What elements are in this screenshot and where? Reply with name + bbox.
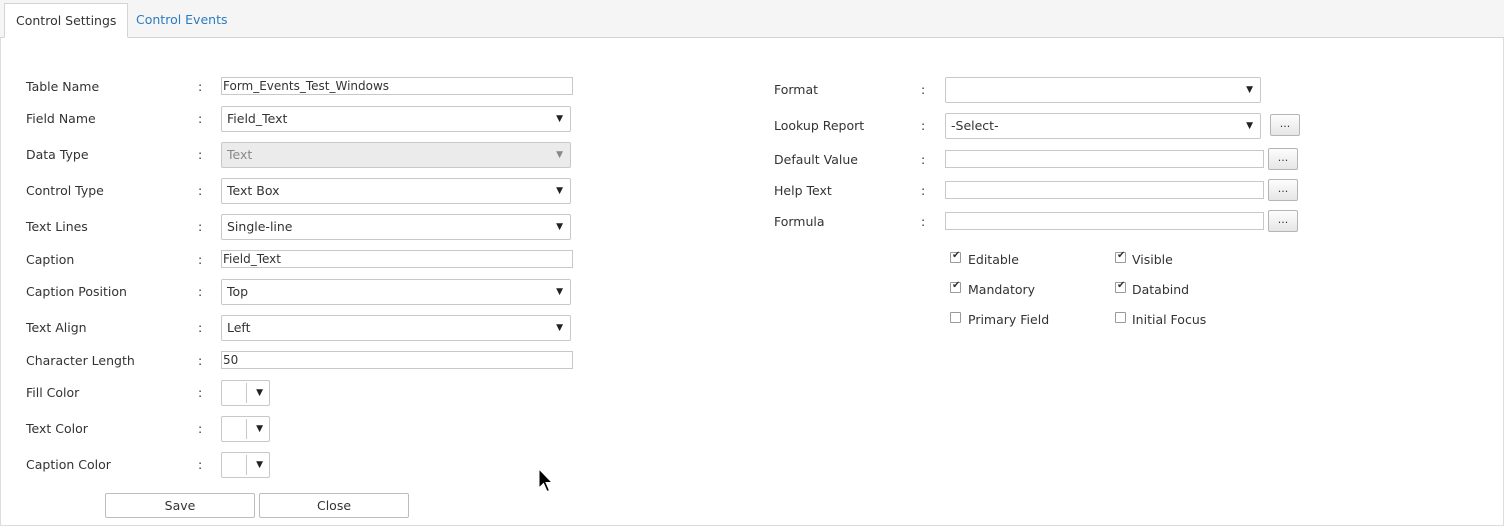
- control-type-value: Text Box: [227, 183, 280, 198]
- chevron-down-icon: ▼: [556, 114, 563, 124]
- colon: :: [198, 252, 203, 267]
- caption-color-picker[interactable]: ▼: [221, 452, 270, 478]
- control-type-select[interactable]: Text Box ▼: [221, 178, 571, 204]
- field-name-select[interactable]: Field_Text ▼: [221, 106, 571, 132]
- colon: :: [198, 111, 203, 126]
- colon: :: [921, 82, 926, 97]
- initial-focus-label: Initial Focus: [1132, 312, 1207, 327]
- colon: :: [198, 183, 203, 198]
- save-button[interactable]: Save: [105, 493, 255, 518]
- caption-position-select[interactable]: Top ▼: [221, 279, 571, 305]
- colon: :: [198, 219, 203, 234]
- divider: [246, 455, 247, 475]
- text-lines-select[interactable]: Single-line ▼: [221, 214, 571, 240]
- mandatory-checkbox[interactable]: ✔: [950, 280, 961, 293]
- data-type-select: Text ▼: [221, 142, 571, 168]
- chevron-down-icon: ▼: [556, 150, 563, 160]
- text-color-label: Text Color: [26, 421, 88, 436]
- default-value-browse-button[interactable]: ...: [1268, 148, 1298, 170]
- colon: :: [198, 284, 203, 299]
- tab-control-settings[interactable]: Control Settings: [4, 3, 129, 38]
- formula-field[interactable]: [945, 212, 1264, 230]
- help-text-label: Help Text: [774, 183, 832, 198]
- visible-checkbox[interactable]: ✔: [1115, 250, 1126, 263]
- table-name-label: Table Name: [26, 79, 100, 94]
- formula-browse-button[interactable]: ...: [1268, 210, 1298, 232]
- text-lines-label: Text Lines: [26, 219, 88, 234]
- colon: :: [921, 183, 926, 198]
- chevron-down-icon: ▼: [556, 323, 563, 333]
- databind-checkbox[interactable]: ✔: [1115, 280, 1126, 293]
- caption-field[interactable]: Field_Text: [221, 250, 573, 268]
- close-button[interactable]: Close: [259, 493, 409, 518]
- character-length-field[interactable]: 50: [221, 351, 573, 369]
- chevron-down-icon: ▼: [1246, 85, 1253, 95]
- colon: :: [198, 320, 203, 335]
- text-color-picker[interactable]: ▼: [221, 416, 270, 442]
- chevron-down-icon: ▼: [556, 222, 563, 232]
- initial-focus-checkbox[interactable]: [1115, 312, 1126, 323]
- colon: :: [198, 457, 203, 472]
- check-icon: ✔: [952, 250, 961, 261]
- chevron-down-icon: ▼: [256, 460, 263, 470]
- tab-bar: Control Settings Control Events: [0, 0, 1504, 38]
- mouse-cursor-icon: [538, 468, 554, 493]
- lookup-report-browse-button[interactable]: ...: [1270, 114, 1300, 136]
- text-align-value: Left: [227, 320, 251, 335]
- chevron-down-icon: ▼: [556, 186, 563, 196]
- formula-label: Formula: [774, 214, 825, 229]
- text-lines-value: Single-line: [227, 219, 293, 234]
- primary-field-checkbox[interactable]: [950, 312, 961, 323]
- table-name-field[interactable]: Form_Events_Test_Windows: [221, 77, 573, 95]
- colon: :: [198, 385, 203, 400]
- check-icon: ✔: [1117, 280, 1126, 291]
- caption-position-value: Top: [227, 284, 249, 299]
- check-icon: ✔: [1117, 250, 1126, 261]
- caption-label: Caption: [26, 252, 75, 267]
- mandatory-label: Mandatory: [968, 282, 1036, 297]
- data-type-label: Data Type: [26, 147, 89, 162]
- primary-field-label: Primary Field: [968, 312, 1050, 327]
- chevron-down-icon: ▼: [1246, 121, 1253, 131]
- colon: :: [921, 214, 926, 229]
- field-name-value: Field_Text: [227, 111, 288, 126]
- format-select[interactable]: ▼: [945, 77, 1261, 103]
- colon: :: [198, 79, 203, 94]
- colon: :: [198, 353, 203, 368]
- tab-control-events[interactable]: Control Events: [125, 3, 238, 37]
- visible-label: Visible: [1132, 252, 1173, 267]
- default-value-label: Default Value: [774, 152, 858, 167]
- chevron-down-icon: ▼: [256, 424, 263, 434]
- fill-color-picker[interactable]: ▼: [221, 380, 270, 406]
- colon: :: [921, 152, 926, 167]
- fill-color-label: Fill Color: [26, 385, 80, 400]
- chevron-down-icon: ▼: [256, 388, 263, 398]
- help-text-browse-button[interactable]: ...: [1268, 179, 1298, 201]
- colon: :: [921, 118, 926, 133]
- format-label: Format: [774, 82, 819, 97]
- lookup-report-value: -Select-: [951, 118, 999, 133]
- divider: [246, 419, 247, 439]
- text-align-select[interactable]: Left ▼: [221, 315, 571, 341]
- lookup-report-label: Lookup Report: [774, 118, 865, 133]
- editable-checkbox[interactable]: ✔: [950, 250, 961, 263]
- divider: [246, 383, 247, 403]
- chevron-down-icon: ▼: [556, 287, 563, 297]
- caption-position-label: Caption Position: [26, 284, 127, 299]
- text-align-label: Text Align: [26, 320, 87, 335]
- character-length-label: Character Length: [26, 353, 135, 368]
- colon: :: [198, 421, 203, 436]
- control-type-label: Control Type: [26, 183, 104, 198]
- lookup-report-select[interactable]: -Select- ▼: [945, 113, 1261, 139]
- caption-color-label: Caption Color: [26, 457, 111, 472]
- editable-label: Editable: [968, 252, 1019, 267]
- data-type-value: Text: [227, 147, 253, 162]
- check-icon: ✔: [952, 280, 961, 291]
- field-name-label: Field Name: [26, 111, 96, 126]
- databind-label: Databind: [1132, 282, 1190, 297]
- help-text-field[interactable]: [945, 181, 1264, 199]
- default-value-field[interactable]: [945, 150, 1264, 168]
- colon: :: [198, 147, 203, 162]
